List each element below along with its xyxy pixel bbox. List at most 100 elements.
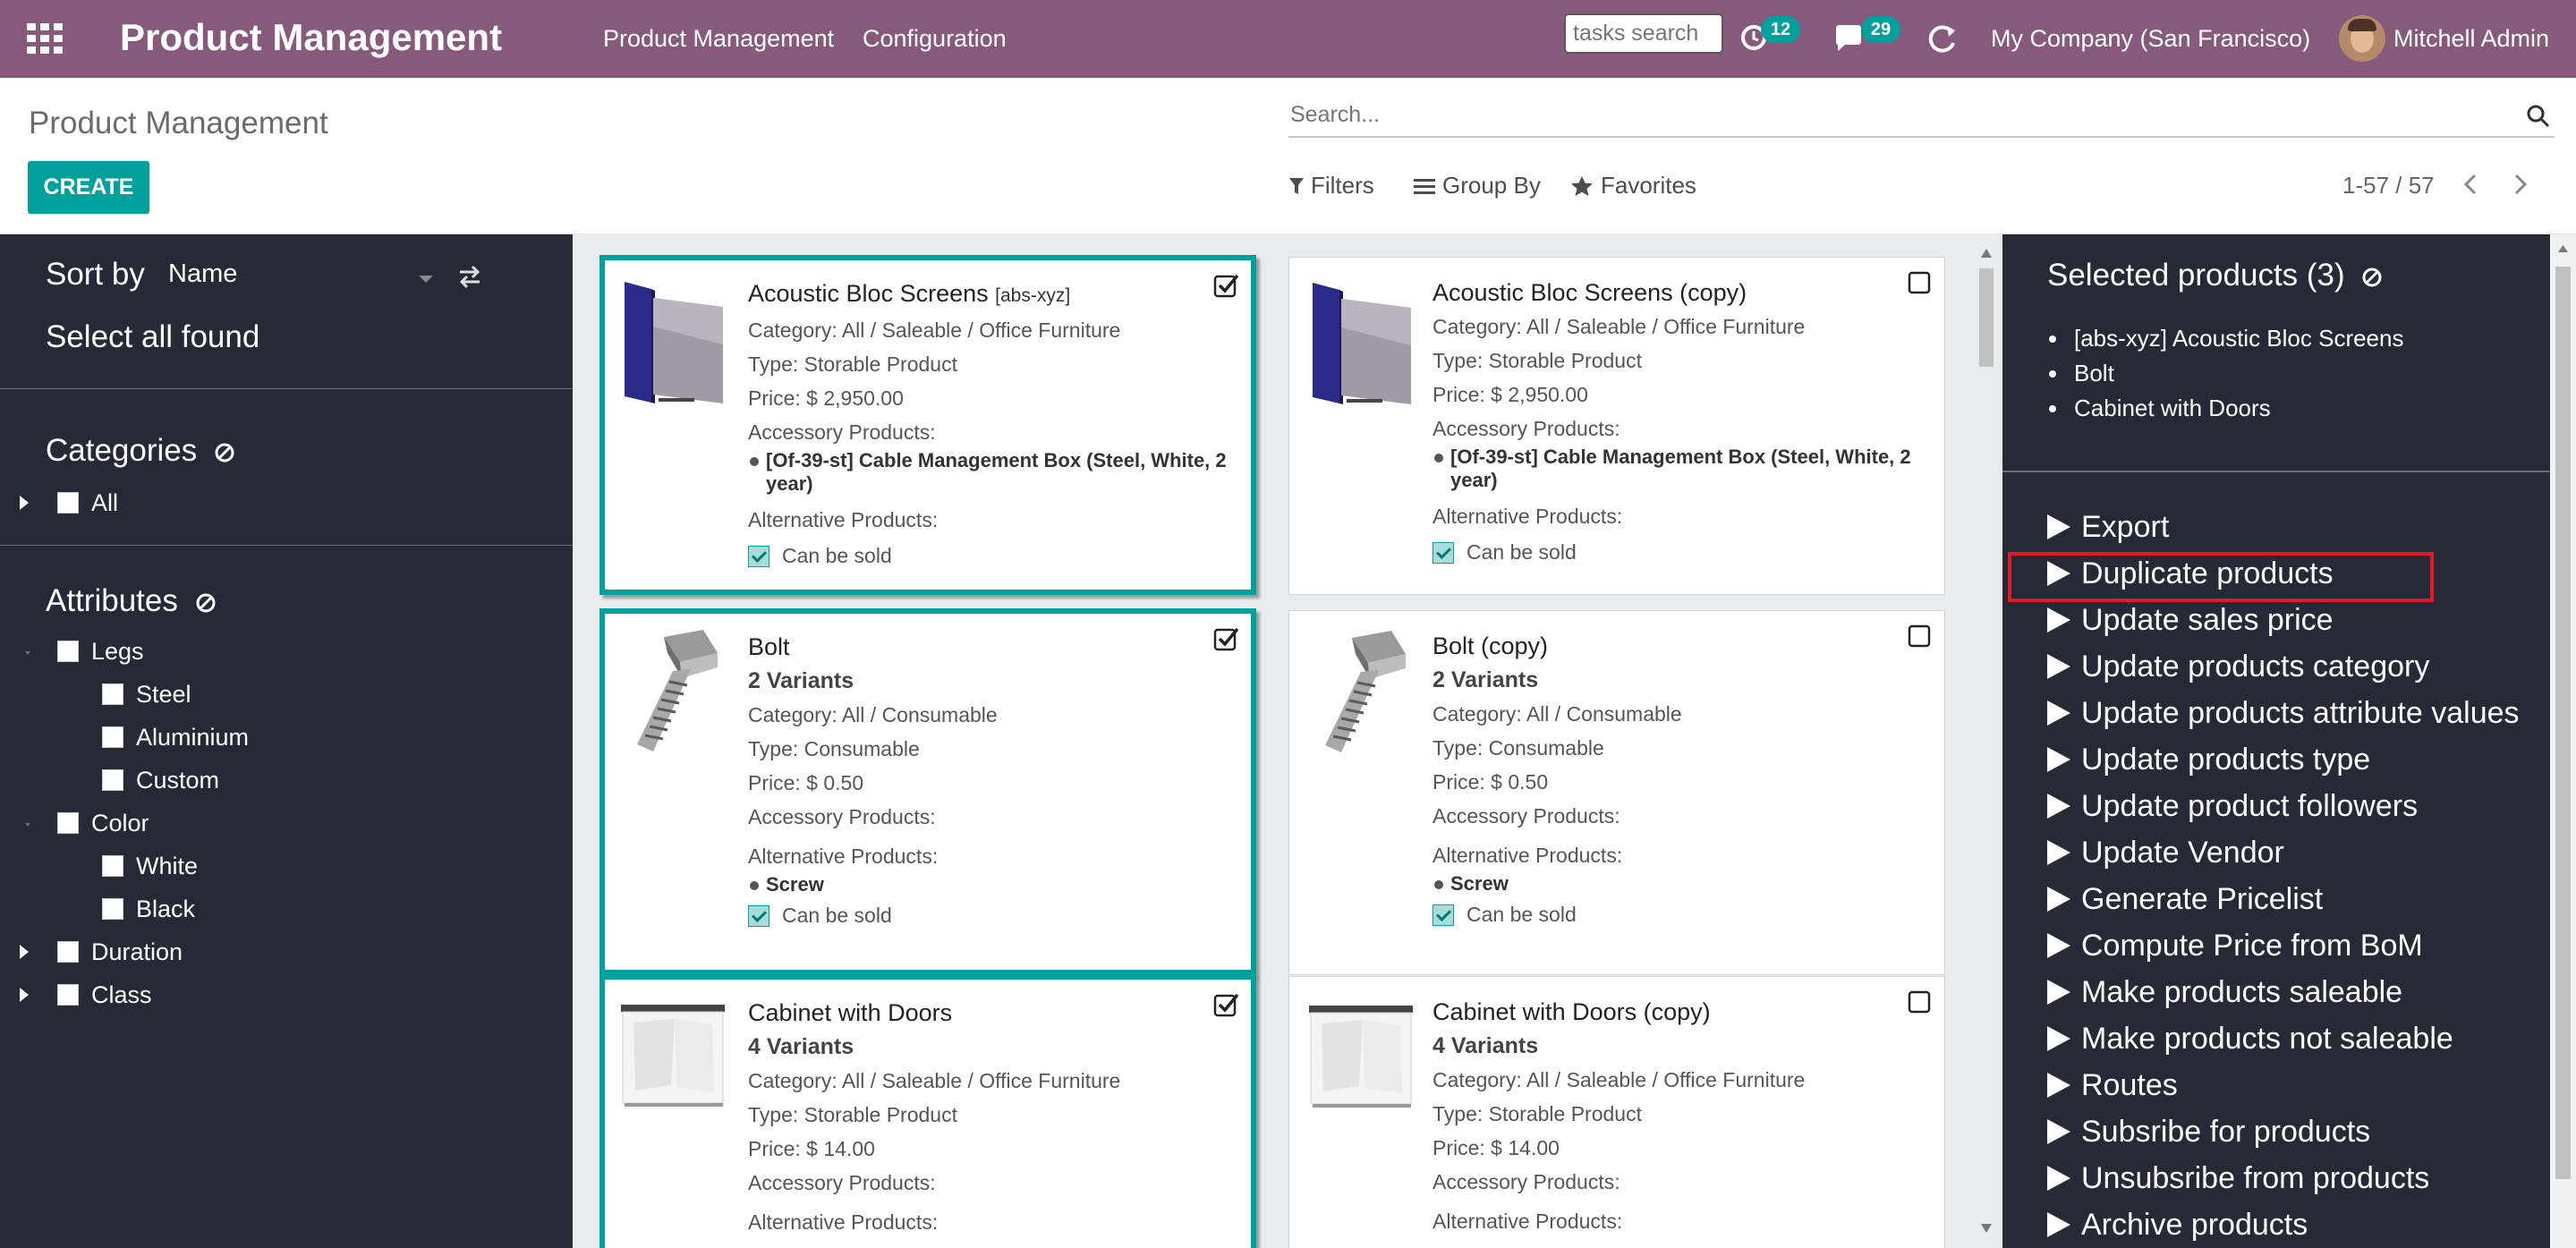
star-icon bbox=[1571, 175, 1593, 196]
attribute-value-label: Aluminium bbox=[136, 723, 250, 751]
apps-menu-icon[interactable] bbox=[27, 23, 63, 54]
attribute-item-legs[interactable]: Legs bbox=[57, 633, 144, 669]
menu-configuration[interactable]: Configuration bbox=[863, 25, 1007, 53]
checkbox[interactable] bbox=[57, 492, 79, 514]
scroll-up-icon[interactable] bbox=[2550, 234, 2576, 261]
pager-previous-icon[interactable] bbox=[2457, 170, 2484, 199]
user-menu[interactable]: Mitchell Admin bbox=[2393, 25, 2549, 53]
product-title[interactable]: Acoustic Bloc Screens bbox=[748, 280, 989, 307]
action-generate-pricelist[interactable]: Generate Pricelist bbox=[2047, 877, 2323, 921]
menu-product-management[interactable]: Product Management bbox=[603, 25, 834, 53]
product-card[interactable]: Acoustic Bloc Screens (copy) Category: A… bbox=[1288, 257, 1945, 595]
product-card[interactable]: Acoustic Bloc Screens [abs-xyz] Category… bbox=[599, 255, 1256, 595]
action-archive-products[interactable]: Archive products bbox=[2047, 1202, 2308, 1247]
checkbox[interactable] bbox=[102, 726, 123, 748]
caret-right-icon[interactable] bbox=[20, 945, 29, 959]
user-avatar[interactable] bbox=[2339, 15, 2385, 62]
empty-checkbox-icon[interactable] bbox=[1907, 270, 1932, 295]
filters-label: Filters bbox=[1311, 172, 1374, 199]
product-title[interactable]: Cabinet with Doors (copy) bbox=[1433, 998, 1711, 1025]
product-card[interactable]: Bolt (copy) 2 Variants Category: All / C… bbox=[1288, 610, 1945, 975]
action-update-products-type[interactable]: Update products type bbox=[2047, 737, 2370, 782]
attribute-value-steel[interactable]: Steel bbox=[102, 676, 191, 712]
action-update-vendor[interactable]: Update Vendor bbox=[2047, 830, 2284, 875]
select-all-found-link[interactable]: Select all found bbox=[46, 319, 259, 355]
kanban-scroll-thumb[interactable] bbox=[1979, 268, 1994, 367]
messages-chat-icon[interactable] bbox=[1832, 23, 1865, 54]
attribute-item-class[interactable]: Class bbox=[57, 977, 152, 1013]
product-title[interactable]: Cabinet with Doors bbox=[748, 999, 952, 1026]
right-panel-scrollbar[interactable] bbox=[2550, 234, 2576, 1248]
caret-right-icon[interactable] bbox=[20, 496, 29, 510]
checkbox[interactable] bbox=[102, 898, 123, 920]
attribute-item-color[interactable]: Color bbox=[57, 805, 149, 841]
action-make-products-not-saleable[interactable]: Make products not saleable bbox=[2047, 1016, 2453, 1061]
filters-button[interactable]: Filters bbox=[1289, 172, 1374, 200]
favorites-button[interactable]: Favorites bbox=[1570, 172, 1696, 200]
action-subscribe-products[interactable]: Subsribe for products bbox=[2047, 1109, 2370, 1154]
clear-categories-icon[interactable] bbox=[213, 441, 236, 464]
app-brand[interactable]: Product Management bbox=[120, 16, 502, 59]
product-card[interactable]: Bolt 2 Variants Category: All / Consumab… bbox=[599, 608, 1256, 975]
clear-attributes-icon[interactable] bbox=[194, 591, 217, 615]
checkbox[interactable] bbox=[57, 941, 79, 963]
right-scroll-thumb[interactable] bbox=[2555, 267, 2571, 1179]
sort-by-label: Sort by bbox=[46, 257, 145, 292]
caret-down-icon[interactable] bbox=[25, 651, 30, 655]
tasks-search-input[interactable] bbox=[1564, 13, 1723, 54]
checkbox[interactable] bbox=[102, 855, 123, 877]
attribute-value-white[interactable]: White bbox=[102, 848, 198, 884]
pager-value[interactable]: 1-57 / 57 bbox=[2342, 172, 2435, 200]
create-button[interactable]: CREATE bbox=[28, 161, 149, 214]
can-be-sold-field: Can be sold bbox=[748, 904, 1233, 928]
sort-direction-icon[interactable] bbox=[456, 263, 483, 290]
selected-product-item: Cabinet with Doors bbox=[2048, 391, 2403, 426]
action-unsubscribe-products[interactable]: Unsubsribe from products bbox=[2047, 1156, 2429, 1201]
action-export[interactable]: Export bbox=[2047, 505, 2169, 549]
category-item-all[interactable]: All bbox=[57, 485, 118, 521]
checked-checkbox-icon[interactable] bbox=[1213, 273, 1238, 298]
action-label: Subsribe for products bbox=[2081, 1114, 2371, 1149]
action-routes[interactable]: Routes bbox=[2047, 1063, 2178, 1108]
sort-by-select[interactable]: Name bbox=[168, 259, 437, 299]
product-variants-count: 4 Variants bbox=[1433, 1033, 1539, 1058]
search-icon[interactable] bbox=[2526, 104, 2551, 129]
triangle-right-icon bbox=[2047, 654, 2070, 679]
checkbox[interactable] bbox=[102, 769, 123, 791]
pager-next-icon[interactable] bbox=[2507, 170, 2534, 199]
product-card[interactable]: Cabinet with Doors (copy) 4 Variants Cat… bbox=[1288, 976, 1945, 1248]
action-update-sales-price[interactable]: Update sales price bbox=[2047, 598, 2334, 642]
action-update-products-category[interactable]: Update products category bbox=[2047, 644, 2429, 689]
checked-checkbox-icon[interactable] bbox=[1213, 626, 1238, 651]
attribute-value-black[interactable]: Black bbox=[102, 891, 195, 927]
product-title[interactable]: Bolt bbox=[748, 633, 790, 660]
attribute-label: Color bbox=[91, 809, 149, 836]
checkbox[interactable] bbox=[57, 984, 79, 1006]
attribute-value-custom[interactable]: Custom bbox=[102, 762, 219, 798]
search-input[interactable] bbox=[1288, 97, 2505, 132]
checkbox[interactable] bbox=[57, 641, 79, 662]
empty-checkbox-icon[interactable] bbox=[1907, 989, 1932, 1015]
action-update-product-followers[interactable]: Update product followers bbox=[2047, 784, 2418, 828]
caret-right-icon[interactable] bbox=[20, 988, 29, 1002]
product-variants-count: 4 Variants bbox=[748, 1034, 854, 1059]
checkbox-checked-icon bbox=[748, 545, 769, 567]
product-title[interactable]: Bolt (copy) bbox=[1433, 632, 1548, 659]
kanban-scrollbar[interactable] bbox=[1975, 240, 1998, 1242]
attribute-value-aluminium[interactable]: Aluminium bbox=[102, 719, 249, 755]
caret-down-icon[interactable] bbox=[25, 823, 30, 827]
product-card[interactable]: Cabinet with Doors 4 Variants Category: … bbox=[599, 974, 1256, 1248]
action-compute-price-from-bom[interactable]: Compute Price from BoM bbox=[2047, 923, 2423, 968]
action-make-products-saleable[interactable]: Make products saleable bbox=[2047, 970, 2402, 1015]
action-update-attribute-values[interactable]: Update products attribute values bbox=[2047, 691, 2520, 735]
clear-selection-icon[interactable] bbox=[2360, 266, 2384, 289]
checkbox[interactable] bbox=[102, 683, 123, 705]
company-switcher[interactable]: My Company (San Francisco) bbox=[1991, 25, 2310, 53]
checked-checkbox-icon[interactable] bbox=[1213, 992, 1238, 1017]
refresh-icon[interactable] bbox=[1926, 21, 1960, 55]
checkbox[interactable] bbox=[57, 812, 79, 834]
empty-checkbox-icon[interactable] bbox=[1907, 624, 1932, 649]
group-by-button[interactable]: Group By bbox=[1414, 172, 1541, 200]
product-title[interactable]: Acoustic Bloc Screens (copy) bbox=[1433, 279, 1747, 306]
attribute-item-duration[interactable]: Duration bbox=[57, 934, 183, 970]
